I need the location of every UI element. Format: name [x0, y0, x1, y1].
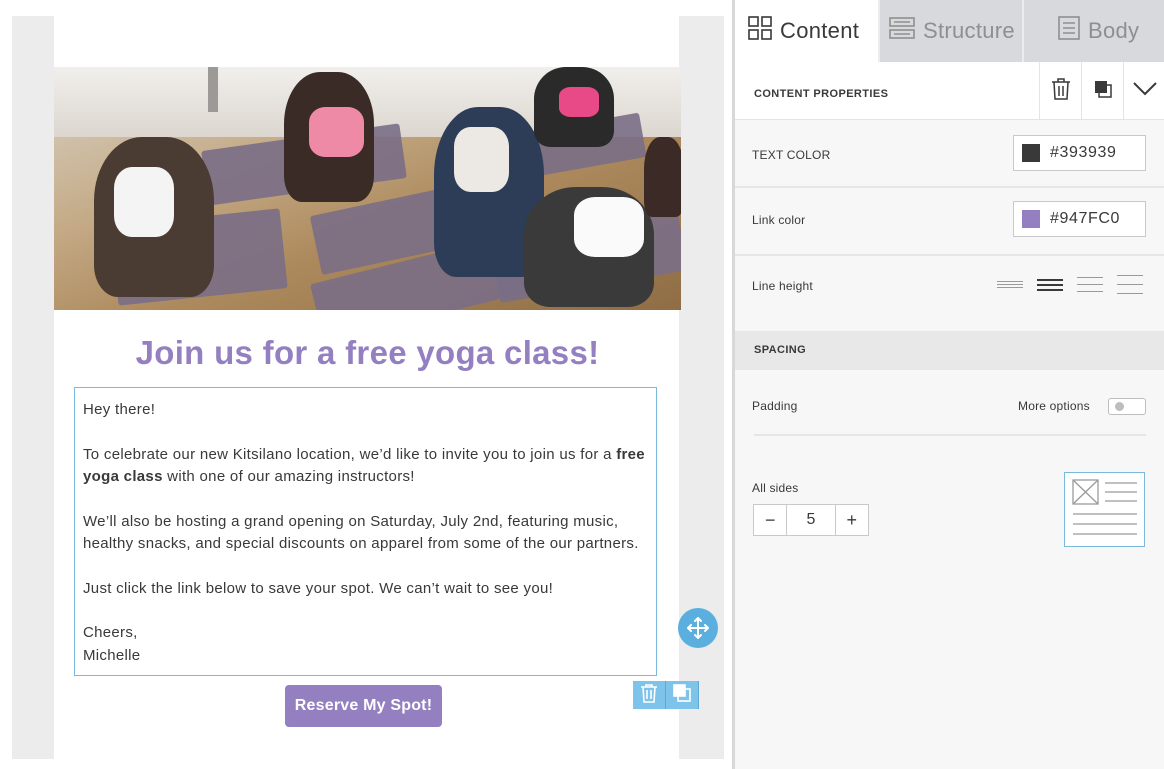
line-height-options	[997, 275, 1143, 295]
text-color-swatch	[1022, 144, 1040, 162]
text-color-label: TEXT COLOR	[752, 148, 831, 162]
rows-icon	[889, 17, 923, 45]
collapse-button[interactable]	[1123, 62, 1164, 120]
trash-icon	[1051, 77, 1071, 105]
link-color-value: #947FC0	[1050, 210, 1121, 227]
padding-label: Padding	[752, 399, 798, 413]
paragraph-call-to-action: Just click the link below to save your s…	[83, 579, 554, 597]
tab-body-label: Body	[1088, 18, 1140, 43]
editor-canvas: Join us for a free yoga class! Hey there…	[12, 16, 724, 759]
grid-icon	[748, 16, 780, 46]
more-options-toggle[interactable]	[1108, 398, 1146, 415]
properties-panel: Content Structure Body CONTENT PROPERTIE…	[735, 0, 1164, 769]
signature-text: Michelle	[83, 646, 141, 664]
padding-value-input[interactable]: 5	[786, 505, 836, 535]
text-color-row: TEXT COLOR #393939	[735, 121, 1164, 188]
email-preview: Join us for a free yoga class! Hey there…	[54, 16, 718, 759]
link-color-swatch	[1022, 210, 1040, 228]
tab-content[interactable]: Content	[735, 0, 878, 62]
chevron-down-icon	[1132, 81, 1157, 101]
move-icon[interactable]	[678, 608, 718, 648]
line-height-compact[interactable]	[997, 275, 1023, 295]
document-icon	[1058, 16, 1088, 46]
closing-text: Cheers,	[83, 624, 138, 641]
tab-content-label: Content	[780, 18, 860, 43]
paragraph-invite: To celebrate our new Kitsilano location,…	[83, 445, 645, 486]
spacing-section-header: SPACING	[735, 331, 1164, 370]
more-options-label: More options	[1018, 399, 1090, 413]
reserve-button[interactable]: Reserve My Spot!	[285, 685, 442, 727]
delete-block-button[interactable]	[633, 681, 666, 709]
link-color-label: Link color	[752, 213, 806, 227]
panel-tabs: Content Structure Body	[735, 0, 1164, 62]
tab-body[interactable]: Body	[1022, 0, 1164, 62]
duplicate-content-button[interactable]	[1081, 62, 1123, 120]
duplicate-block-button[interactable]	[666, 681, 699, 709]
content-properties-header: CONTENT PROPERTIES	[735, 62, 1164, 120]
hero-image[interactable]	[54, 67, 681, 310]
all-sides-label: All sides	[752, 481, 799, 495]
line-height-loose[interactable]	[1117, 275, 1143, 295]
line-height-relaxed[interactable]	[1077, 275, 1103, 295]
text-color-value: #393939	[1050, 144, 1117, 161]
block-actions	[633, 681, 699, 709]
delete-content-button[interactable]	[1039, 62, 1081, 120]
link-color-row: Link color #947FC0	[735, 188, 1164, 256]
email-headline[interactable]: Join us for a free yoga class!	[54, 334, 681, 372]
duplicate-icon	[673, 683, 691, 707]
tab-structure-label: Structure	[923, 18, 1015, 43]
decrease-padding-button[interactable]: −	[754, 505, 786, 535]
text-color-field[interactable]: #393939	[1013, 135, 1146, 171]
spacing-title: SPACING	[754, 344, 807, 356]
tab-structure[interactable]: Structure	[878, 0, 1022, 62]
increase-padding-button[interactable]: +	[836, 505, 868, 535]
duplicate-icon	[1094, 80, 1112, 103]
greeting-text: Hey there!	[83, 401, 156, 418]
link-color-field[interactable]: #947FC0	[1013, 201, 1146, 237]
content-properties-title: CONTENT PROPERTIES	[754, 88, 889, 100]
line-height-label: Line height	[752, 279, 813, 293]
padding-preview-icon	[1064, 472, 1145, 547]
paragraph-grand-opening: We’ll also be hosting a grand opening on…	[83, 512, 639, 553]
trash-icon	[640, 683, 658, 708]
text-block-selected[interactable]: Hey there! To celebrate our new Kitsilan…	[74, 387, 657, 676]
line-height-normal[interactable]	[1037, 275, 1063, 295]
padding-stepper: − 5 +	[753, 504, 869, 536]
